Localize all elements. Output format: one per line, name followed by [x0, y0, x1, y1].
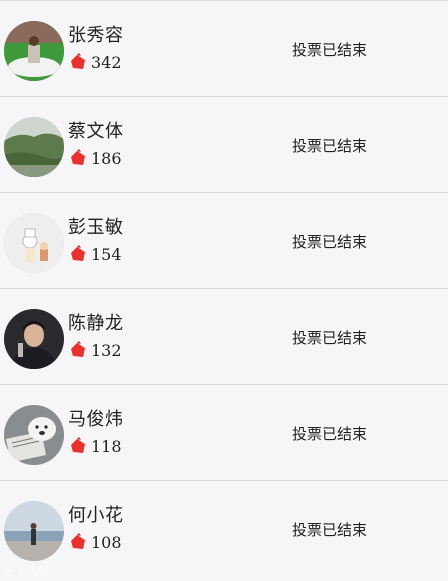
candidate-list: 张秀容 342 投票已结束 蔡文体 186 投票已结束 彭玉敏 154 投票已结…	[0, 0, 448, 581]
green-field-avatar	[4, 21, 64, 81]
vote-number: 154	[91, 244, 122, 264]
vote-number: 342	[91, 52, 122, 72]
red-hand-icon	[68, 532, 88, 552]
vote-count: 186	[68, 147, 122, 169]
bear-book-avatar	[4, 405, 64, 465]
vote-status: 投票已结束	[292, 329, 368, 347]
red-hand-icon	[68, 52, 88, 72]
vote-number: 108	[91, 532, 122, 552]
watermark: 迷 入选图	[4, 567, 48, 578]
vote-count: 108	[68, 531, 122, 553]
beach-person-avatar	[4, 501, 64, 561]
man-portrait-avatar	[4, 309, 64, 369]
list-item[interactable]: 蔡文体 186 投票已结束	[0, 97, 448, 193]
red-hand-icon	[68, 340, 88, 360]
list-item[interactable]: 陈静龙 132 投票已结束	[0, 289, 448, 385]
candidate-name: 蔡文体	[68, 121, 124, 142]
list-item[interactable]: 张秀容 342 投票已结束	[0, 1, 448, 97]
candidate-name: 彭玉敏	[68, 217, 124, 238]
vote-status: 投票已结束	[292, 521, 368, 539]
vote-number: 132	[91, 340, 122, 360]
vote-status: 投票已结束	[292, 41, 368, 59]
list-item[interactable]: 马俊炜 118 投票已结束	[0, 385, 448, 481]
list-item[interactable]: 彭玉敏 154 投票已结束	[0, 193, 448, 289]
vote-count: 342	[68, 51, 122, 73]
landscape-avatar	[4, 117, 64, 177]
vote-count: 154	[68, 243, 122, 265]
vote-count: 132	[68, 339, 122, 361]
chef-toys-avatar	[4, 213, 64, 273]
red-hand-icon	[68, 244, 88, 264]
vote-count: 118	[68, 435, 122, 457]
vote-status: 投票已结束	[292, 137, 368, 155]
vote-number: 186	[91, 148, 122, 168]
candidate-name: 陈静龙	[68, 313, 124, 334]
list-item[interactable]: 何小花 108 投票已结束 迷 入选图	[0, 481, 448, 581]
red-hand-icon	[68, 436, 88, 456]
vote-status: 投票已结束	[292, 233, 368, 251]
vote-status: 投票已结束	[292, 425, 368, 443]
vote-number: 118	[91, 436, 122, 456]
red-hand-icon	[68, 148, 88, 168]
candidate-name: 张秀容	[68, 25, 124, 46]
candidate-name: 何小花	[68, 505, 124, 526]
candidate-name: 马俊炜	[68, 409, 124, 430]
